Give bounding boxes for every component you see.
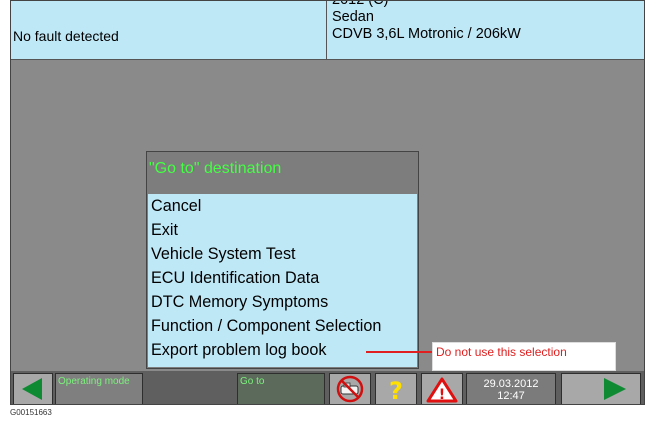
no-tool-icon [336,375,364,403]
goto-label: Go to [240,376,265,387]
header-bar: No fault detected 2012 (C) Sedan CDVB 3,… [11,1,644,60]
operating-mode-label: Operating mode [58,376,130,387]
date-text: 29.03.2012 [483,378,539,390]
annotation-arrow-line [366,351,440,353]
fault-status: No fault detected [11,1,327,59]
operating-mode-button[interactable]: Operating mode [55,373,143,404]
menu-list: Cancel Exit Vehicle System Test ECU Iden… [148,194,417,367]
arrow-left-icon [22,378,42,400]
menu-item-dtc-memory[interactable]: DTC Memory Symptoms [148,290,417,314]
vehicle-body: Sedan [332,9,374,25]
goto-button[interactable]: Go to [237,373,325,404]
back-button[interactable] [13,373,53,404]
question-mark-icon: ? [389,377,403,404]
bottom-toolbar: Operating mode Go to ? ! 29.03.2012 12:4… [11,371,644,404]
date-time-display: 29.03.2012 12:47 [466,373,556,404]
vehicle-year: 2012 (C) [332,0,389,8]
annotation-note: Do not use this selection [432,342,616,371]
svg-text:!: ! [439,387,445,403]
menu-item-cancel[interactable]: Cancel [148,194,417,218]
vehicle-engine: CDVB 3,6L Motronic / 206kW [332,26,521,42]
time-text: 12:47 [497,390,525,402]
forward-button[interactable] [561,373,641,404]
goto-destination-menu: "Go to" destination Cancel Exit Vehicle … [146,151,419,369]
menu-item-exit[interactable]: Exit [148,218,417,242]
diagnostic-screen: No fault detected 2012 (C) Sedan CDVB 3,… [10,0,645,405]
menu-item-function-component[interactable]: Function / Component Selection [148,314,417,338]
warning-button[interactable]: ! [421,373,463,404]
arrow-right-icon [604,378,626,400]
vehicle-info: 2012 (C) Sedan CDVB 3,6L Motronic / 206k… [329,1,644,59]
menu-item-ecu-identification[interactable]: ECU Identification Data [148,266,417,290]
menu-item-export-log[interactable]: Export problem log book [148,338,417,362]
svg-text:?: ? [389,377,403,404]
menu-item-vehicle-system-test[interactable]: Vehicle System Test [148,242,417,266]
help-button[interactable]: ? [375,373,417,404]
warning-icon: ! [426,377,458,403]
tool-button[interactable] [329,373,371,404]
menu-title: "Go to" destination [149,160,282,177]
figure-caption: G00151663 [10,408,52,417]
